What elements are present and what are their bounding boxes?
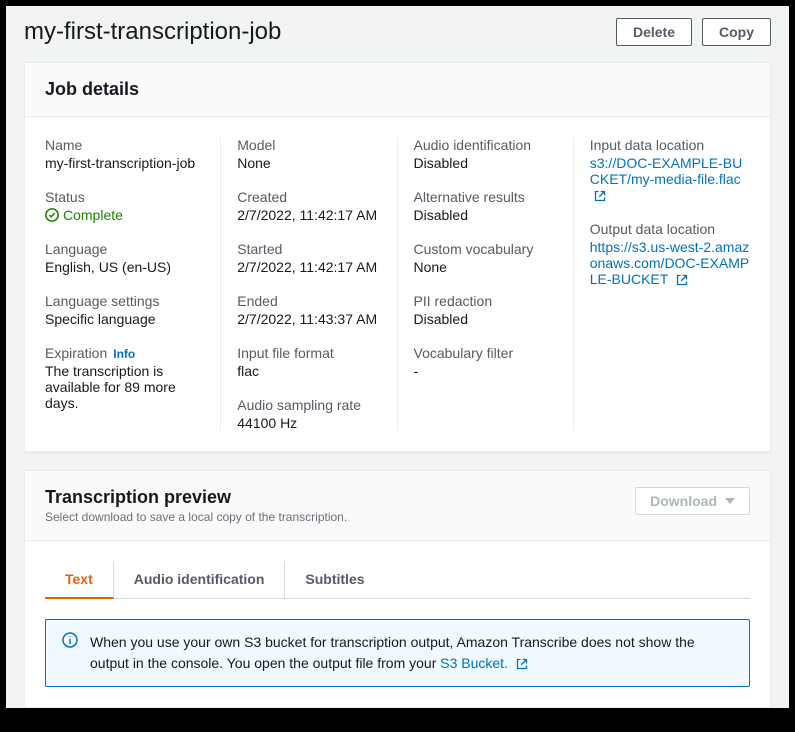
field-label: Audio identification (414, 137, 557, 153)
page-title: my-first-transcription-job (24, 18, 281, 46)
field-value: Complete (45, 207, 204, 223)
field-label: PII redaction (414, 293, 557, 309)
field-label: Custom vocabulary (414, 241, 557, 257)
external-link-icon (516, 658, 528, 670)
field-label: Input data location (590, 137, 750, 153)
field-value: Specific language (45, 311, 204, 327)
detail-field: Created 2/7/2022, 11:42:17 AM (237, 189, 380, 223)
field-label: Vocabulary filter (414, 345, 557, 361)
field-value: Disabled (414, 155, 557, 171)
field-value: - (414, 363, 557, 379)
field-value: 2/7/2022, 11:42:17 AM (237, 259, 380, 275)
field-value: 44100 Hz (237, 415, 380, 431)
info-text: When you use your own S3 bucket for tran… (90, 632, 733, 674)
detail-field: Model None (237, 137, 380, 171)
tab-audio-identification[interactable]: Audio identification (114, 561, 286, 598)
caret-down-icon (725, 496, 735, 506)
field-value: None (414, 259, 557, 275)
field-label: Name (45, 137, 204, 153)
detail-field: Vocabulary filter - (414, 345, 557, 379)
detail-field: Alternative results Disabled (414, 189, 557, 223)
job-details-title: Job details (45, 79, 750, 100)
field-value: 2/7/2022, 11:42:17 AM (237, 207, 380, 223)
field-label: Model (237, 137, 380, 153)
detail-field: Audio identification Disabled (414, 137, 557, 171)
field-label: Alternative results (414, 189, 557, 205)
field-label: ExpirationInfo (45, 345, 204, 361)
field-value: 2/7/2022, 11:43:37 AM (237, 311, 380, 327)
field-value: Disabled (414, 207, 557, 223)
transcription-preview-panel: Transcription preview Select download to… (24, 470, 771, 708)
detail-column: Audio identificationDisabledAlternative … (398, 137, 574, 431)
page-header: my-first-transcription-job Delete Copy (6, 6, 789, 62)
header-actions: Delete Copy (616, 18, 771, 46)
detail-field: ExpirationInfo The transcription is avail… (45, 345, 204, 411)
detail-field: Ended 2/7/2022, 11:43:37 AM (237, 293, 380, 327)
detail-field: PII redaction Disabled (414, 293, 557, 327)
field-value: None (237, 155, 380, 171)
info-link[interactable]: Info (113, 347, 135, 361)
field-value[interactable]: https://s3.us-west-2.amazonaws.com/DOC-E… (590, 239, 750, 287)
detail-field: Custom vocabulary None (414, 241, 557, 275)
preview-subtitle: Select download to save a local copy of … (45, 510, 347, 524)
tab-subtitles[interactable]: Subtitles (285, 561, 384, 598)
tab-text[interactable]: Text (45, 561, 114, 599)
job-details-panel: Job details Name my-first-transcription-j… (24, 62, 771, 452)
external-link-icon (594, 190, 606, 202)
detail-field: Language settings Specific language (45, 293, 204, 327)
field-label: Language settings (45, 293, 204, 309)
field-value: flac (237, 363, 380, 379)
detail-field: Language English, US (en-US) (45, 241, 204, 275)
download-button[interactable]: Download (635, 487, 750, 515)
detail-field: Input file format flac (237, 345, 380, 379)
s3-bucket-link[interactable]: S3 Bucket. (440, 655, 508, 671)
field-label: Output data location (590, 221, 750, 237)
field-value: my-first-transcription-job (45, 155, 204, 171)
field-label: Status (45, 189, 204, 205)
detail-column: ModelNoneCreated2/7/2022, 11:42:17 AMSta… (221, 137, 397, 431)
info-icon (62, 632, 78, 674)
field-value: English, US (en-US) (45, 259, 204, 275)
field-label: Language (45, 241, 204, 257)
copy-button[interactable]: Copy (702, 18, 771, 46)
detail-column: Input data location s3://DOC-EXAMPLE-BUCK… (574, 137, 750, 431)
field-value: Disabled (414, 311, 557, 327)
preview-title: Transcription preview (45, 487, 347, 508)
field-label: Started (237, 241, 380, 257)
detail-field: Audio sampling rate 44100 Hz (237, 397, 380, 431)
field-label: Created (237, 189, 380, 205)
external-link-icon (676, 274, 688, 286)
field-label: Input file format (237, 345, 380, 361)
delete-button[interactable]: Delete (616, 18, 692, 46)
info-alert: When you use your own S3 bucket for tran… (45, 619, 750, 687)
field-value: The transcription is available for 89 mo… (45, 363, 204, 411)
detail-field: Output data location https://s3.us-west-2… (590, 221, 750, 287)
field-label: Ended (237, 293, 380, 309)
field-value[interactable]: s3://DOC-EXAMPLE-BUCKET/my-media-file.fl… (590, 155, 750, 203)
detail-field: Input data location s3://DOC-EXAMPLE-BUCK… (590, 137, 750, 203)
detail-field: Name my-first-transcription-job (45, 137, 204, 171)
detail-column: Name my-first-transcription-job Status Comp… (45, 137, 221, 431)
field-label: Audio sampling rate (237, 397, 380, 413)
detail-field: Started 2/7/2022, 11:42:17 AM (237, 241, 380, 275)
detail-field: Status Complete (45, 189, 204, 223)
